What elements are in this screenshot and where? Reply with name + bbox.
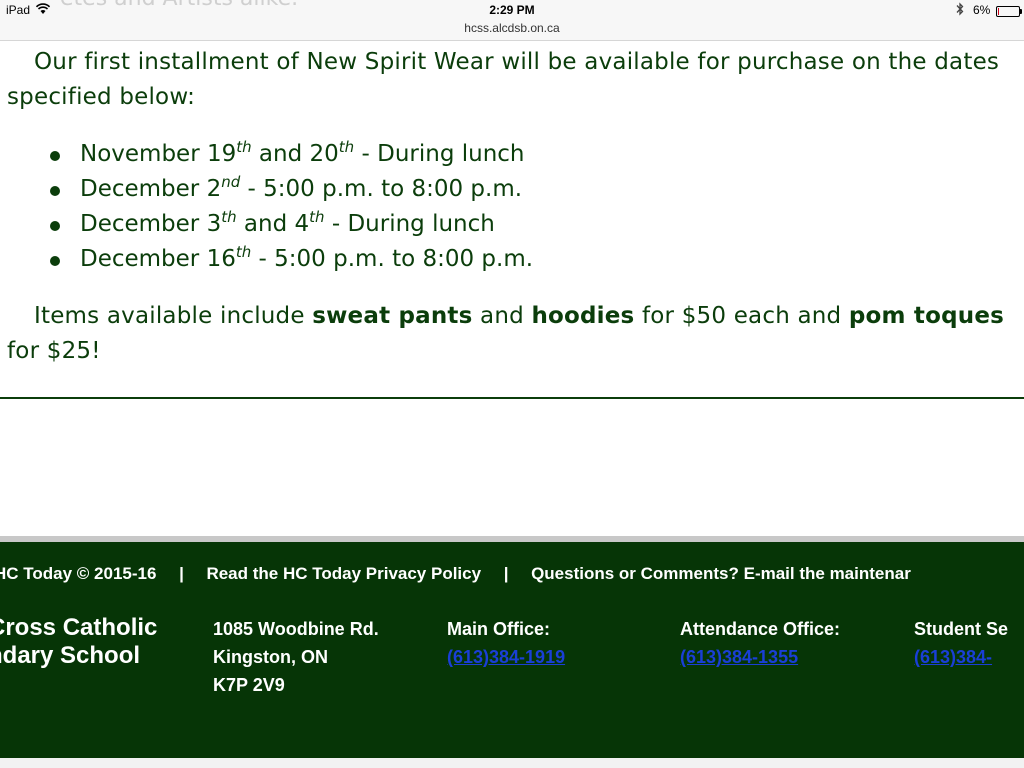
privacy-policy-link[interactable]: Read the HC Today Privacy Policy: [206, 564, 481, 583]
bullet-icon: [50, 186, 60, 196]
bullet-icon: [50, 221, 60, 231]
attendance-office-label: Attendance Office:: [680, 619, 841, 639]
student-services-label: Student Se: [914, 619, 1009, 639]
student-services-phone-link[interactable]: (613)384-: [914, 647, 992, 667]
article-body: Our first installment of New Spirit Wear…: [0, 40, 1024, 400]
bottom-strip: [0, 758, 1024, 768]
student-services-contact: Student Se (613)384-: [914, 615, 1008, 671]
items-paragraph: Items available include sweat pants and …: [7, 303, 1005, 364]
school-name: Cross Catholic ndary School: [0, 614, 158, 669]
site-footer: HC Today © 2015-16 | Read the HC Today Pri…: [0, 542, 1024, 758]
intro-paragraph: Our first installment of New Spirit Wear…: [7, 49, 1000, 110]
clock: 2:29 PM: [489, 3, 535, 17]
page: iPad 2:29 PM hcss.alcdsb.on.ca 6% etes a…: [0, 0, 1024, 768]
main-office-label: Main Office:: [447, 619, 551, 639]
bullet-icon: [50, 256, 60, 266]
attendance-phone-link[interactable]: (613)384-1355: [680, 647, 798, 667]
address-bar-url[interactable]: hcss.alcdsb.on.ca: [0, 21, 1024, 35]
footer-links: HC Today © 2015-16 | Read the HC Today Pri…: [0, 564, 911, 584]
list-item: December 16th - 5:00 p.m. to 8:00 p.m.: [0, 242, 533, 277]
attendance-office-contact: Attendance Office: (613)384-1355: [680, 615, 840, 671]
separator: |: [503, 564, 509, 583]
separator: |: [179, 564, 184, 583]
status-bar: iPad 2:29 PM hcss.alcdsb.on.ca 6%: [0, 0, 1024, 41]
contact-email-link[interactable]: Questions or Comments? E-mail the mainte…: [531, 564, 911, 583]
main-office-contact: Main Office: (613)384-1919: [447, 615, 565, 671]
list-item: December 3th and 4th - During lunch: [0, 207, 533, 242]
sale-dates-list: November 19th and 20th - During lunch De…: [0, 137, 533, 277]
section-divider: [0, 397, 1024, 399]
main-office-phone-link[interactable]: (613)384-1919: [447, 647, 565, 667]
school-address: 1085 Woodbine Rd. Kingston, ON K7P 2V9: [213, 619, 379, 695]
bullet-icon: [50, 151, 60, 161]
bluetooth-icon: [956, 2, 964, 16]
battery-percent: 6%: [973, 3, 991, 17]
copyright-text: HC Today © 2015-16: [0, 564, 157, 583]
list-item: December 2nd - 5:00 p.m. to 8:00 p.m.: [0, 172, 533, 207]
battery-icon: [996, 6, 1022, 17]
list-item: November 19th and 20th - During lunch: [0, 137, 533, 172]
